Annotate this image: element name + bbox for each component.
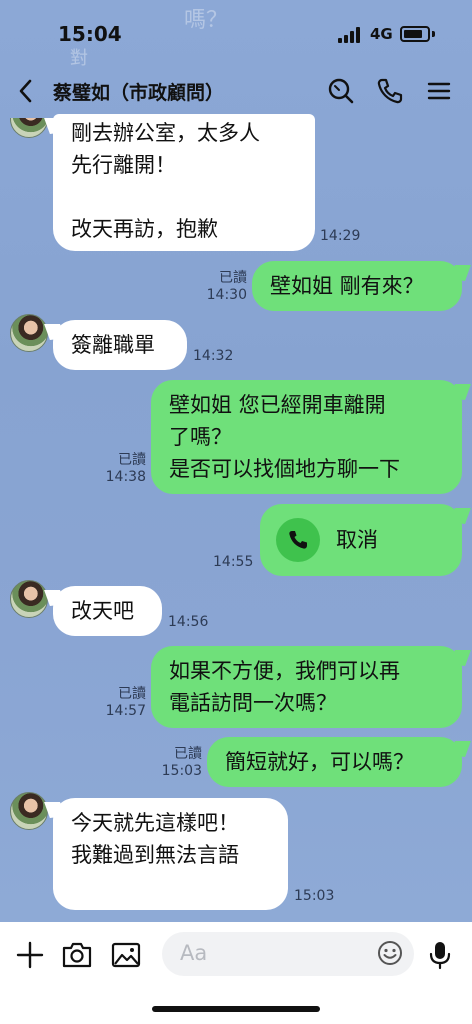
- chevron-left-icon: [19, 79, 32, 103]
- phone-icon: [289, 531, 307, 549]
- message-bubble-sent[interactable]: 壁如姐 您已經開車離開 了嗎？ 是否可以找個地方聊一下: [151, 380, 462, 494]
- message-meta: 已讀 14:30: [203, 270, 247, 304]
- message-meta: 已讀 14:57: [102, 686, 146, 720]
- phone-icon: [377, 78, 403, 104]
- read-receipt: 已讀: [219, 270, 247, 286]
- contact-avatar[interactable]: [10, 314, 48, 352]
- read-receipt: 已讀: [118, 452, 146, 468]
- emoji-button[interactable]: [376, 939, 404, 967]
- contact-avatar[interactable]: [10, 792, 48, 830]
- chat-header: 蔡璧如（市政顧問）: [0, 62, 472, 120]
- status-bar: 15:04 4G: [0, 0, 472, 62]
- message-input[interactable]: Aa: [162, 932, 414, 976]
- more-button[interactable]: [13, 938, 47, 972]
- plus-icon: [16, 941, 44, 969]
- search-icon: [328, 78, 354, 104]
- call-button[interactable]: [373, 74, 407, 108]
- back-button[interactable]: [12, 74, 42, 108]
- status-time: 15:04: [58, 22, 122, 46]
- message-bubble-sent[interactable]: 壁如姐 剛有來？: [252, 261, 462, 311]
- camera-button[interactable]: [60, 938, 94, 972]
- battery-icon: [400, 26, 430, 42]
- message-bubble-received[interactable]: 剛去辦公室，太多人 先行離開！ 改天再訪，抱歉: [53, 114, 315, 251]
- cell-signal-icon: [338, 27, 364, 43]
- microphone-icon: [429, 942, 451, 970]
- message-time: 14:29: [320, 228, 361, 244]
- message-time: 14:56: [168, 614, 209, 630]
- message-time: 14:32: [193, 348, 234, 364]
- call-status-label: 取消: [336, 528, 378, 552]
- message-time: 14:57: [105, 703, 146, 719]
- message-bubble-received[interactable]: 今天就先這樣吧！ 我難過到無法言語: [53, 798, 288, 910]
- camera-icon: [62, 942, 92, 968]
- message-bubble-sent[interactable]: 如果不方便，我們可以再 電話訪問一次嗎？: [151, 646, 462, 728]
- message-bubble-sent[interactable]: 簡短就好，可以嗎？: [207, 737, 462, 787]
- call-log-bubble[interactable]: 取消: [260, 504, 462, 576]
- message-time: 14:30: [206, 287, 247, 303]
- contact-name[interactable]: 蔡璧如（市政顧問）: [53, 78, 224, 105]
- menu-button[interactable]: [422, 74, 456, 108]
- emoji-icon: [378, 941, 402, 965]
- contact-avatar[interactable]: [10, 580, 48, 618]
- message-time: 15:03: [294, 888, 335, 904]
- message-bubble-received[interactable]: 改天吧: [53, 586, 162, 636]
- home-indicator: [152, 1006, 320, 1012]
- read-receipt: 已讀: [174, 746, 202, 762]
- call-circle: [276, 518, 320, 562]
- message-time: 14:55: [213, 554, 254, 570]
- photo-button[interactable]: [109, 938, 143, 972]
- message-time: 14:38: [105, 469, 146, 485]
- voice-button[interactable]: [423, 938, 457, 972]
- image-icon: [111, 942, 141, 968]
- network-type: 4G: [370, 25, 393, 43]
- battery-tip: [432, 31, 435, 37]
- message-time: 15:03: [161, 763, 202, 779]
- message-input-placeholder: Aa: [180, 941, 208, 965]
- message-bubble-received[interactable]: 簽離職單: [53, 320, 187, 370]
- search-button[interactable]: [324, 74, 358, 108]
- message-meta: 已讀 15:03: [158, 746, 202, 780]
- read-receipt: 已讀: [118, 686, 146, 702]
- hamburger-menu-icon: [427, 82, 451, 100]
- message-meta: 已讀 14:38: [102, 452, 146, 486]
